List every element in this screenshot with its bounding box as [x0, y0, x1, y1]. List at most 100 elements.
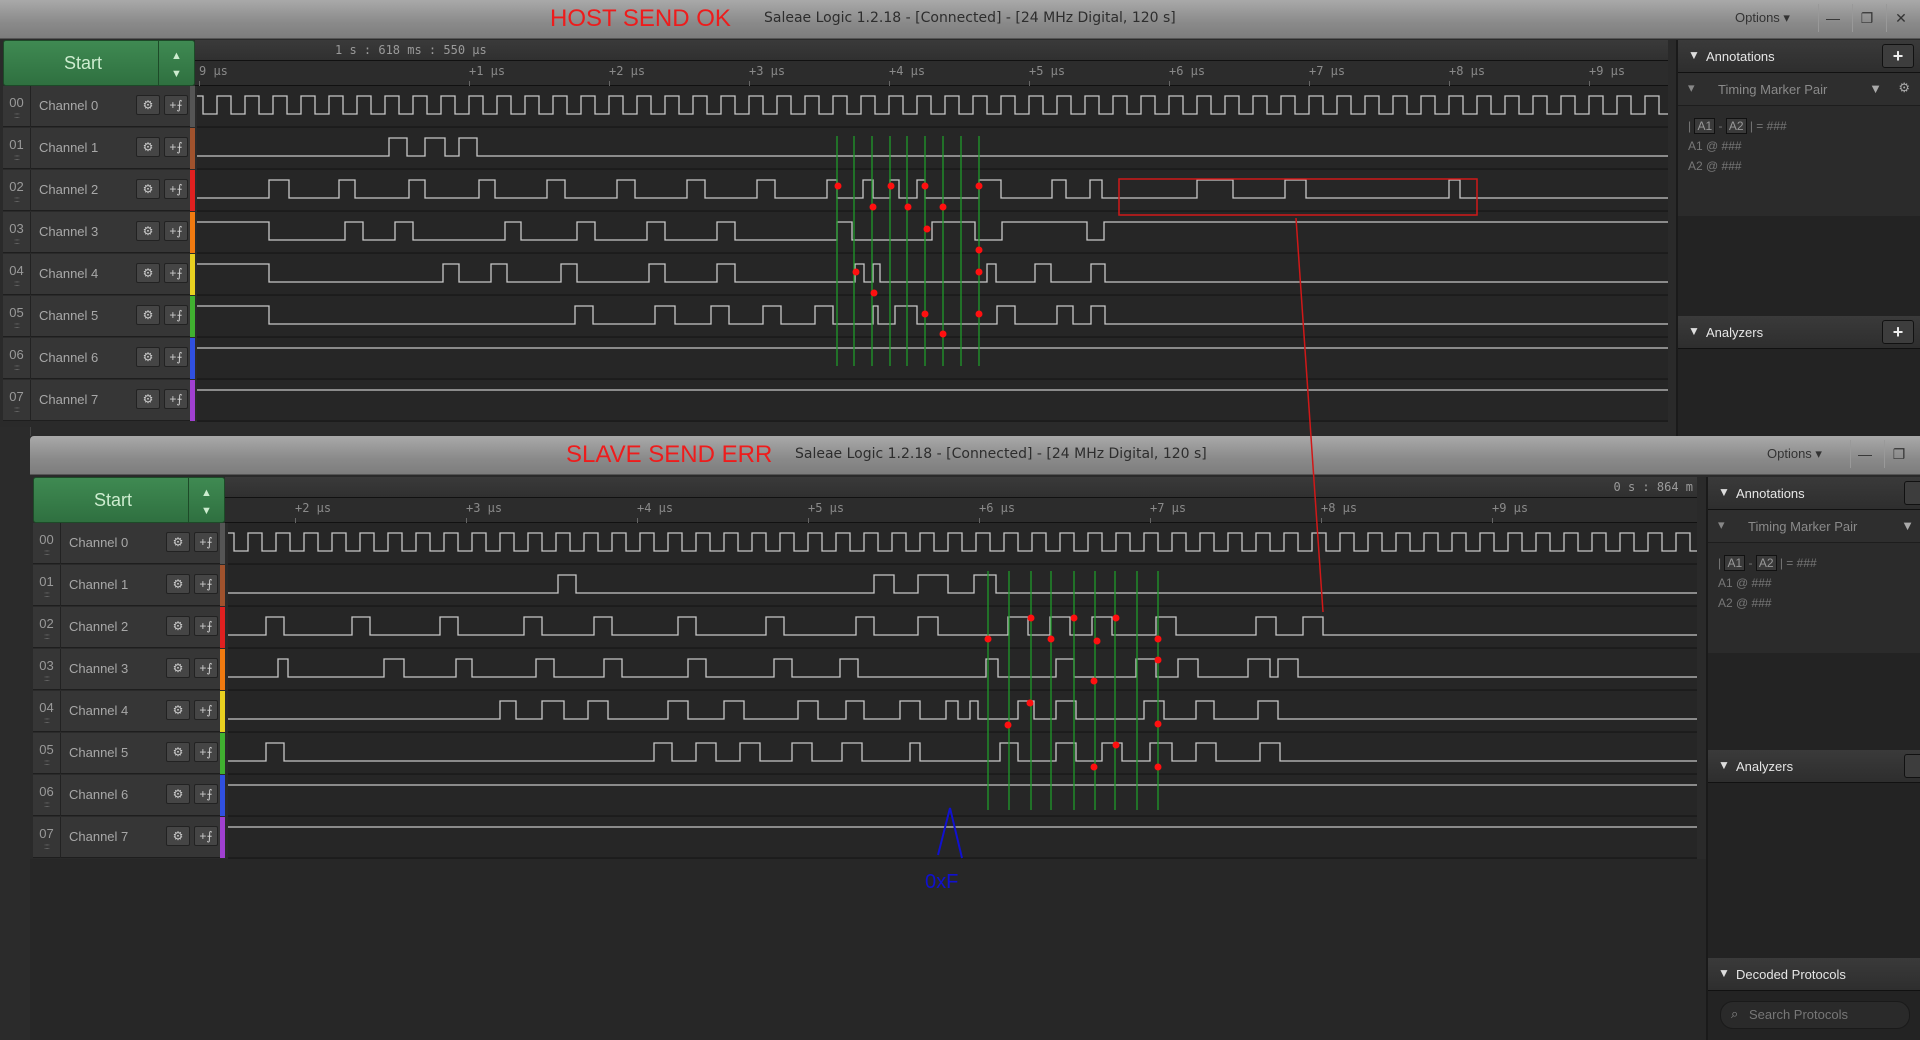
channel-name[interactable]: Channel 4	[69, 703, 128, 718]
channel-number[interactable]: 02::::	[3, 170, 31, 211]
drag-handle-icon[interactable]: ::::	[33, 758, 60, 767]
slave-time-ruler[interactable]: 0 s : 864 m +2 µs +3 µs +4 µs +5 µs +6 µs +7 …	[225, 477, 1697, 526]
channel-row[interactable]: 05:::: Channel 5 ⚙ +⨍	[33, 733, 225, 774]
channel-row[interactable]: 03:::: Channel 3 ⚙ +⨍	[3, 212, 195, 253]
slave-minimize-button[interactable]: —	[1850, 440, 1879, 468]
slave-decoded-protocols-header[interactable]: ▼ Decoded Protocols	[1708, 958, 1920, 991]
trigger-edge-icon[interactable]: +⨍	[194, 784, 218, 804]
add-analyzer-button[interactable]	[1904, 754, 1920, 778]
channel-number[interactable]: 05::::	[33, 733, 61, 774]
add-annotation-button[interactable]	[1904, 481, 1920, 505]
search-protocols-input[interactable]: ⌕ Search Protocols	[1720, 1001, 1910, 1029]
host-time-ruler[interactable]: 1 s : 618 ms : 550 µs 9 µs +1 µs +2 µs +3 µ…	[195, 40, 1668, 89]
trigger-edge-icon[interactable]: +⨍	[194, 532, 218, 552]
trigger-edge-icon[interactable]: +⨍	[164, 305, 188, 325]
drag-handle-icon[interactable]: ::::	[33, 590, 60, 599]
slave-timing-marker-selector[interactable]: ▾ Timing Marker Pair ▼	[1708, 510, 1920, 543]
trigger-edge-icon[interactable]: +⨍	[164, 263, 188, 283]
slave-restore-button[interactable]: ❐	[1884, 440, 1913, 468]
host-analyzers-header[interactable]: ▼ Analyzers +	[1678, 316, 1920, 349]
drag-handle-icon[interactable]: ::::	[33, 716, 60, 725]
channel-number[interactable]: 04::::	[33, 691, 61, 732]
channel-settings-gear-icon[interactable]: ⚙	[136, 389, 160, 409]
host-timing-marker-selector[interactable]: ▾ Timing Marker Pair ▼ ⚙	[1678, 73, 1920, 106]
host-minimize-button[interactable]: —	[1818, 4, 1847, 32]
slave-start-button[interactable]: Start ▲ ▼	[33, 477, 225, 523]
channel-number[interactable]: 03::::	[3, 212, 31, 253]
channel-number[interactable]: 01::::	[33, 565, 61, 606]
slave-analyzers-header[interactable]: ▼ Analyzers	[1708, 750, 1920, 783]
host-restore-button[interactable]: ❐	[1852, 4, 1881, 32]
channel-name[interactable]: Channel 2	[39, 182, 98, 197]
trigger-edge-icon[interactable]: +⨍	[164, 95, 188, 115]
channel-number[interactable]: 00::::	[33, 523, 61, 564]
host-start-button[interactable]: Start ▲ ▼	[3, 40, 195, 86]
channel-name[interactable]: Channel 6	[39, 350, 98, 365]
channel-name[interactable]: Channel 0	[39, 98, 98, 113]
channel-settings-gear-icon[interactable]: ⚙	[136, 305, 160, 325]
channel-row[interactable]: 07:::: Channel 7 ⚙ +⨍	[33, 817, 225, 858]
channel-row[interactable]: 03:::: Channel 3 ⚙ +⨍	[33, 649, 225, 690]
slave-waveform-area[interactable]	[228, 523, 1697, 859]
channel-settings-gear-icon[interactable]: ⚙	[166, 742, 190, 762]
trigger-edge-icon[interactable]: +⨍	[194, 742, 218, 762]
drag-handle-icon[interactable]: ::::	[33, 800, 60, 809]
channel-name[interactable]: Channel 4	[39, 266, 98, 281]
drag-handle-icon[interactable]: ::::	[3, 153, 30, 162]
channel-row[interactable]: 04:::: Channel 4 ⚙ +⨍	[3, 254, 195, 295]
channel-row[interactable]: 07:::: Channel 7 ⚙ +⨍	[3, 380, 195, 421]
channel-number[interactable]: 07::::	[3, 380, 31, 421]
drag-handle-icon[interactable]: ::::	[33, 842, 60, 851]
channel-settings-gear-icon[interactable]: ⚙	[136, 95, 160, 115]
channel-number[interactable]: 06::::	[3, 338, 31, 379]
drag-handle-icon[interactable]: ::::	[3, 237, 30, 246]
channel-number[interactable]: 02::::	[33, 607, 61, 648]
channel-name[interactable]: Channel 1	[69, 577, 128, 592]
channel-number[interactable]: 05::::	[3, 296, 31, 337]
channel-settings-gear-icon[interactable]: ⚙	[166, 574, 190, 594]
channel-number[interactable]: 01::::	[3, 128, 31, 169]
channel-settings-gear-icon[interactable]: ⚙	[136, 221, 160, 241]
channel-row[interactable]: 04:::: Channel 4 ⚙ +⨍	[33, 691, 225, 732]
channel-row[interactable]: 01:::: Channel 1 ⚙ +⨍	[3, 128, 195, 169]
trigger-edge-icon[interactable]: +⨍	[194, 826, 218, 846]
trigger-edge-icon[interactable]: +⨍	[194, 700, 218, 720]
channel-name[interactable]: Channel 1	[39, 140, 98, 155]
trigger-edge-icon[interactable]: +⨍	[164, 221, 188, 241]
channel-name[interactable]: Channel 5	[69, 745, 128, 760]
channel-settings-gear-icon[interactable]: ⚙	[136, 347, 160, 367]
channel-settings-gear-icon[interactable]: ⚙	[166, 700, 190, 720]
host-annotations-header[interactable]: ▼ Annotations +	[1678, 40, 1920, 73]
trigger-edge-icon[interactable]: +⨍	[164, 179, 188, 199]
channel-settings-gear-icon[interactable]: ⚙	[166, 532, 190, 552]
channel-name[interactable]: Channel 5	[39, 308, 98, 323]
channel-settings-gear-icon[interactable]: ⚙	[136, 179, 160, 199]
channel-row[interactable]: 05:::: Channel 5 ⚙ +⨍	[3, 296, 195, 337]
trigger-edge-icon[interactable]: +⨍	[164, 347, 188, 367]
channel-row[interactable]: 06:::: Channel 6 ⚙ +⨍	[33, 775, 225, 816]
drag-handle-icon[interactable]: ::::	[3, 363, 30, 372]
add-analyzer-button[interactable]: +	[1882, 320, 1914, 344]
channel-name[interactable]: Channel 0	[69, 535, 128, 550]
channel-name[interactable]: Channel 7	[39, 392, 98, 407]
channel-settings-gear-icon[interactable]: ⚙	[166, 826, 190, 846]
channel-row[interactable]: 06:::: Channel 6 ⚙ +⨍	[3, 338, 195, 379]
channel-settings-gear-icon[interactable]: ⚙	[166, 784, 190, 804]
drag-handle-icon[interactable]: ::::	[33, 632, 60, 641]
channel-name[interactable]: Channel 3	[39, 224, 98, 239]
channel-number[interactable]: 03::::	[33, 649, 61, 690]
drag-handle-icon[interactable]: ::::	[3, 321, 30, 330]
host-options-menu[interactable]: Options ▾	[1735, 10, 1790, 26]
channel-settings-gear-icon[interactable]: ⚙	[166, 658, 190, 678]
channel-name[interactable]: Channel 3	[69, 661, 128, 676]
drag-handle-icon[interactable]: ::::	[33, 674, 60, 683]
host-start-arrows[interactable]: ▲ ▼	[158, 41, 194, 85]
slave-start-arrows[interactable]: ▲ ▼	[188, 478, 224, 522]
trigger-edge-icon[interactable]: +⨍	[194, 658, 218, 678]
slave-annotations-header[interactable]: ▼ Annotations	[1708, 477, 1920, 510]
drag-handle-icon[interactable]: ::::	[3, 195, 30, 204]
slave-options-menu[interactable]: Options ▾	[1767, 446, 1822, 462]
channel-name[interactable]: Channel 2	[69, 619, 128, 634]
channel-row[interactable]: 02:::: Channel 2 ⚙ +⨍	[3, 170, 195, 211]
channel-settings-gear-icon[interactable]: ⚙	[136, 137, 160, 157]
